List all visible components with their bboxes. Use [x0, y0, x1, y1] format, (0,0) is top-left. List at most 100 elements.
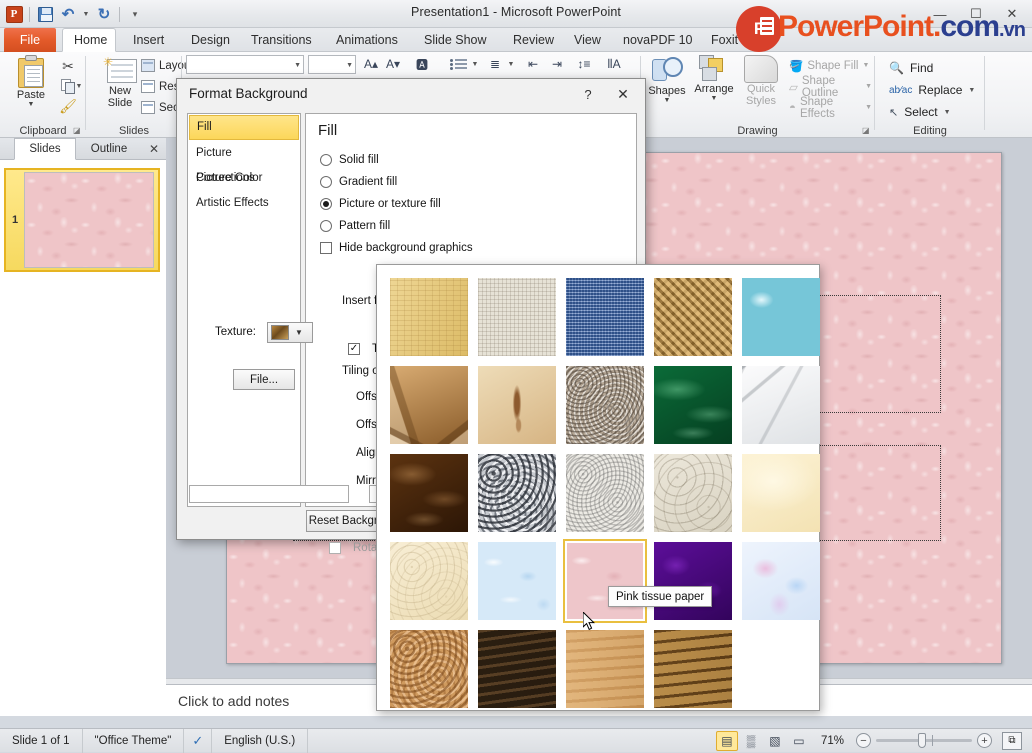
texture-swatch-purple-mesh[interactable]	[654, 542, 732, 620]
increase-font-size-icon[interactable]: A▴	[360, 54, 382, 74]
decrease-font-size-icon[interactable]: A▾	[382, 54, 404, 74]
tab-foxit-pdf[interactable]: Foxit PDF	[700, 28, 778, 52]
zoom-thumb[interactable]	[918, 733, 926, 748]
view-reading-button[interactable]: ▧	[764, 731, 786, 751]
texture-swatch-granite[interactable]	[478, 454, 556, 532]
increase-indent-icon[interactable]: ⇥	[546, 54, 568, 74]
texture-swatch-recycled-paper[interactable]	[654, 454, 732, 532]
texture-swatch-sand[interactable]	[566, 366, 644, 444]
close-button[interactable]: ✕	[994, 1, 1030, 27]
slide-thumbnail-list[interactable]: 1	[0, 160, 166, 716]
texture-cell[interactable]	[473, 625, 561, 713]
slide-thumbnail-1[interactable]: 1	[4, 168, 160, 272]
tab-animations[interactable]: Animations	[325, 28, 409, 52]
texture-swatch-paper-bag[interactable]	[390, 366, 468, 444]
texture-cell-selected[interactable]	[561, 537, 649, 625]
format-painter-button[interactable]: 🖌	[56, 96, 80, 116]
texture-cell[interactable]	[649, 273, 737, 361]
texture-swatch-oak[interactable]	[566, 630, 644, 708]
texture-cell[interactable]	[649, 449, 737, 537]
texture-dropdown-button[interactable]: ▼	[267, 322, 313, 343]
texture-swatch-walnut[interactable]	[478, 630, 556, 708]
texture-cell[interactable]	[649, 361, 737, 449]
texture-cell[interactable]	[649, 537, 737, 625]
texture-cell[interactable]	[473, 361, 561, 449]
shape-outline-button[interactable]: ▱ Shape Outline▼	[786, 77, 875, 96]
texture-cell[interactable]	[561, 273, 649, 361]
tab-novapdf[interactable]: novaPDF 10	[612, 28, 703, 52]
texture-swatch-green-marble[interactable]	[654, 366, 732, 444]
text-direction-icon[interactable]: ⦀A	[602, 54, 626, 74]
texture-cell[interactable]	[737, 361, 825, 449]
texture-cell[interactable]	[737, 449, 825, 537]
texture-swatch-pink-tissue-paper[interactable]	[566, 542, 644, 620]
clipboard-dialog-launcher[interactable]: ◪	[73, 126, 83, 136]
texture-swatch-water-droplets[interactable]	[742, 278, 820, 356]
texture-swatch-newsprint[interactable]	[566, 454, 644, 532]
tab-home[interactable]: Home	[62, 28, 116, 52]
tab-file[interactable]: File	[4, 28, 56, 52]
nav-item-artistic-effects[interactable]: Artistic Effects	[188, 191, 300, 216]
replace-button[interactable]: ab⁄ac Replace▼	[889, 79, 975, 101]
fit-slide-to-window-button[interactable]: ⧉	[1002, 732, 1022, 750]
font-size-combo[interactable]: ▼	[308, 55, 356, 74]
line-spacing-icon[interactable]: ↕≡	[572, 54, 596, 74]
status-theme[interactable]: "Office Theme"	[83, 729, 185, 753]
view-slide-sorter-button[interactable]: ▒	[740, 731, 762, 751]
texture-swatch-stationery[interactable]	[390, 542, 468, 620]
tab-review[interactable]: Review	[502, 28, 565, 52]
nav-item-fill[interactable]: Fill	[189, 115, 299, 140]
texture-cell[interactable]	[561, 361, 649, 449]
numbered-list-icon[interactable]: ≣	[484, 54, 506, 74]
texture-cell[interactable]	[561, 625, 649, 713]
tab-outline[interactable]: Outline	[78, 138, 140, 160]
texture-cell[interactable]	[649, 625, 737, 713]
clear-formatting-icon[interactable]: 🅰	[410, 54, 434, 74]
texture-swatch-woven-mat[interactable]	[654, 278, 732, 356]
find-button[interactable]: 🔍 Find	[889, 57, 933, 79]
tab-design[interactable]: Design	[180, 28, 241, 52]
texture-cell[interactable]	[561, 449, 649, 537]
texture-cell[interactable]	[473, 449, 561, 537]
texture-swatch-fish-fossil[interactable]	[478, 366, 556, 444]
texture-swatch-medium-wood[interactable]	[654, 630, 732, 708]
tab-transitions[interactable]: Transitions	[240, 28, 323, 52]
texture-cell[interactable]	[473, 537, 561, 625]
nav-item-picture-corrections[interactable]: Picture Corrections	[188, 141, 300, 166]
texture-swatch-blue-tissue-paper[interactable]	[478, 542, 556, 620]
nav-item-picture-color[interactable]: Picture Color	[188, 166, 300, 191]
checkbox-hide-background-graphics[interactable]: Hide background graphics	[320, 238, 473, 257]
font-name-combo[interactable]: ▼	[186, 55, 304, 74]
tab-view[interactable]: View	[563, 28, 612, 52]
shapes-button[interactable]: Shapes ▼	[644, 55, 690, 119]
maximize-button[interactable]: ☐	[958, 1, 994, 27]
texture-swatch-parchment[interactable]	[742, 454, 820, 532]
texture-swatch-canvas[interactable]	[478, 278, 556, 356]
texture-swatch-white-marble[interactable]	[742, 366, 820, 444]
dialog-close-icon[interactable]: ✕	[611, 84, 635, 104]
texture-cell[interactable]	[385, 625, 473, 713]
quick-styles-button[interactable]: Quick Styles	[738, 55, 784, 119]
bulleted-list-icon[interactable]	[448, 54, 470, 74]
minimize-button[interactable]: —	[922, 1, 958, 27]
shape-effects-button[interactable]: ◓ Shape Effects▼	[786, 98, 875, 117]
shape-fill-button[interactable]: 🪣 Shape Fill▼	[786, 56, 872, 75]
texture-cell[interactable]	[737, 537, 825, 625]
radio-gradient-fill[interactable]: Gradient fill	[320, 172, 397, 191]
status-language[interactable]: English (U.S.)	[212, 729, 308, 753]
texture-cell[interactable]	[473, 273, 561, 361]
radio-picture-or-texture-fill[interactable]: Picture or texture fill	[320, 194, 441, 213]
close-panel-icon[interactable]: ✕	[146, 141, 162, 157]
arrange-button[interactable]: Arrange ▼	[690, 55, 738, 119]
view-normal-button[interactable]: ▤	[716, 731, 738, 751]
status-slide-count[interactable]: Slide 1 of 1	[0, 729, 83, 753]
texture-cell[interactable]	[385, 361, 473, 449]
texture-swatch-bouquet[interactable]	[742, 542, 820, 620]
tab-slide-show[interactable]: Slide Show	[413, 28, 498, 52]
spellcheck-icon[interactable]: ✓	[184, 729, 212, 753]
texture-cell[interactable]	[385, 449, 473, 537]
texture-swatch-cork[interactable]	[390, 630, 468, 708]
view-slideshow-button[interactable]: ▭	[788, 731, 810, 751]
radio-solid-fill[interactable]: Solid fill	[320, 150, 379, 169]
tab-insert[interactable]: Insert	[122, 28, 175, 52]
